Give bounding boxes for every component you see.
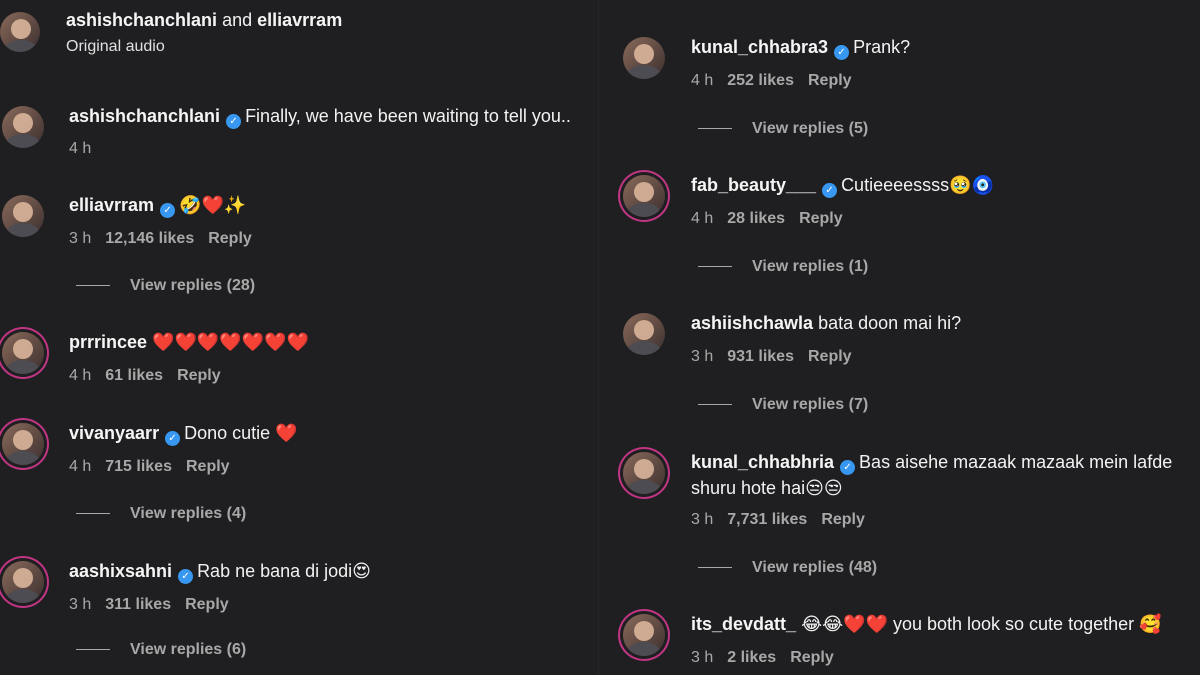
reply-button[interactable]: Reply: [821, 511, 865, 528]
comment-text: ❤️❤️❤️❤️❤️❤️❤️: [152, 332, 309, 352]
avatar[interactable]: [2, 106, 44, 148]
comment-time: 4 h: [69, 458, 92, 475]
avatar[interactable]: [623, 175, 665, 217]
comment-text: 🤣❤️✨: [179, 195, 247, 215]
verified-icon: ✓: [822, 183, 838, 198]
left-comment-column: ashishchanchlani and elliavrram Original…: [0, 0, 600, 675]
comment-text: Dono cutie ❤️: [184, 423, 298, 443]
reply-button[interactable]: Reply: [186, 458, 230, 475]
comment-time: 3 h: [691, 348, 714, 365]
comment-username[interactable]: aashixsahni: [69, 561, 172, 581]
comment-username[interactable]: elliavrram: [69, 195, 154, 215]
view-replies-button[interactable]: View replies (4): [76, 505, 246, 523]
comment-text: Finally, we have been waiting to tell yo…: [245, 106, 571, 126]
comment-username[interactable]: ashiishchawla: [691, 313, 813, 333]
comment-username[interactable]: its_devdatt_: [691, 614, 796, 634]
reply-button[interactable]: Reply: [808, 348, 852, 365]
like-count[interactable]: 7,731 likes: [727, 511, 807, 528]
avatar[interactable]: [623, 37, 665, 79]
verified-icon: ✓: [165, 431, 181, 446]
verified-icon: ✓: [160, 203, 176, 218]
comment-time: 4 h: [69, 140, 92, 157]
header-user-a[interactable]: ashishchanchlani: [66, 10, 217, 30]
avatar[interactable]: [623, 614, 665, 656]
like-count[interactable]: 28 likes: [727, 210, 785, 227]
like-count[interactable]: 12,146 likes: [105, 230, 194, 247]
comment-username[interactable]: ashishchanchlani: [69, 106, 220, 126]
view-replies-button[interactable]: View replies (1): [698, 258, 868, 276]
avatar[interactable]: [2, 423, 44, 465]
audio-label[interactable]: Original audio: [66, 38, 165, 56]
verified-icon: ✓: [834, 45, 850, 60]
comment-text: bata doon mai hi?: [818, 313, 962, 333]
comment-text: Bas aisehe mazaak mazaak mein lafde: [859, 452, 1173, 472]
reply-button[interactable]: Reply: [177, 367, 221, 384]
comment-time: 3 h: [69, 230, 92, 247]
comment-text: Cutieeeessss🥹🧿: [841, 175, 994, 195]
comment-time: 4 h: [69, 367, 92, 384]
comment-time: 3 h: [69, 596, 92, 613]
like-count[interactable]: 715 likes: [105, 458, 172, 475]
view-replies-button[interactable]: View replies (48): [698, 559, 877, 577]
like-count[interactable]: 311 likes: [105, 596, 171, 613]
comment-username[interactable]: prrrincee: [69, 332, 147, 352]
view-replies-button[interactable]: View replies (6): [76, 641, 246, 659]
avatar[interactable]: [2, 195, 44, 237]
view-replies-button[interactable]: View replies (28): [76, 277, 255, 295]
view-replies-button[interactable]: View replies (7): [698, 396, 868, 414]
verified-icon: ✓: [226, 114, 242, 129]
like-count[interactable]: 61 likes: [105, 367, 163, 384]
comment-text-continued: shuru hote hai😒😒: [691, 478, 843, 498]
avatar[interactable]: [623, 452, 665, 494]
comment-time: 4 h: [691, 210, 714, 227]
reply-button[interactable]: Reply: [808, 72, 852, 89]
right-comment-column: kunal_chhabra3 ✓ Prank? 4 h 252 likes Reply …: [612, 0, 1200, 675]
like-count[interactable]: 252 likes: [727, 72, 794, 89]
reply-button[interactable]: Reply: [208, 230, 252, 247]
comment-username[interactable]: kunal_chhabhria: [691, 452, 834, 472]
avatar[interactable]: [2, 332, 44, 374]
comment-time: 4 h: [691, 72, 714, 89]
avatar[interactable]: [623, 313, 665, 355]
like-count[interactable]: 2 likes: [727, 649, 776, 666]
reply-button[interactable]: Reply: [799, 210, 843, 227]
header-and: and: [222, 10, 253, 30]
avatar[interactable]: [2, 561, 44, 603]
comment-username[interactable]: fab_beauty___: [691, 175, 816, 195]
comment-text: Prank?: [853, 37, 911, 57]
reply-button[interactable]: Reply: [790, 649, 834, 666]
like-count[interactable]: 931 likes: [727, 348, 794, 365]
comment-text: Rab ne bana di jodi😍: [197, 561, 371, 581]
header-user-b[interactable]: elliavrram: [257, 10, 342, 30]
comment-text: 😂😂❤️❤️ you both look so cute together 🥰: [801, 614, 1162, 634]
verified-icon: ✓: [178, 569, 194, 584]
reply-button[interactable]: Reply: [185, 596, 229, 613]
comment-username[interactable]: vivanyaarr: [69, 423, 159, 443]
collab-avatar[interactable]: [0, 12, 40, 52]
view-replies-button[interactable]: View replies (5): [698, 120, 868, 138]
comment-time: 3 h: [691, 649, 714, 666]
comment-time: 3 h: [691, 511, 714, 528]
verified-icon: ✓: [840, 460, 856, 475]
comment-username[interactable]: kunal_chhabra3: [691, 37, 828, 57]
